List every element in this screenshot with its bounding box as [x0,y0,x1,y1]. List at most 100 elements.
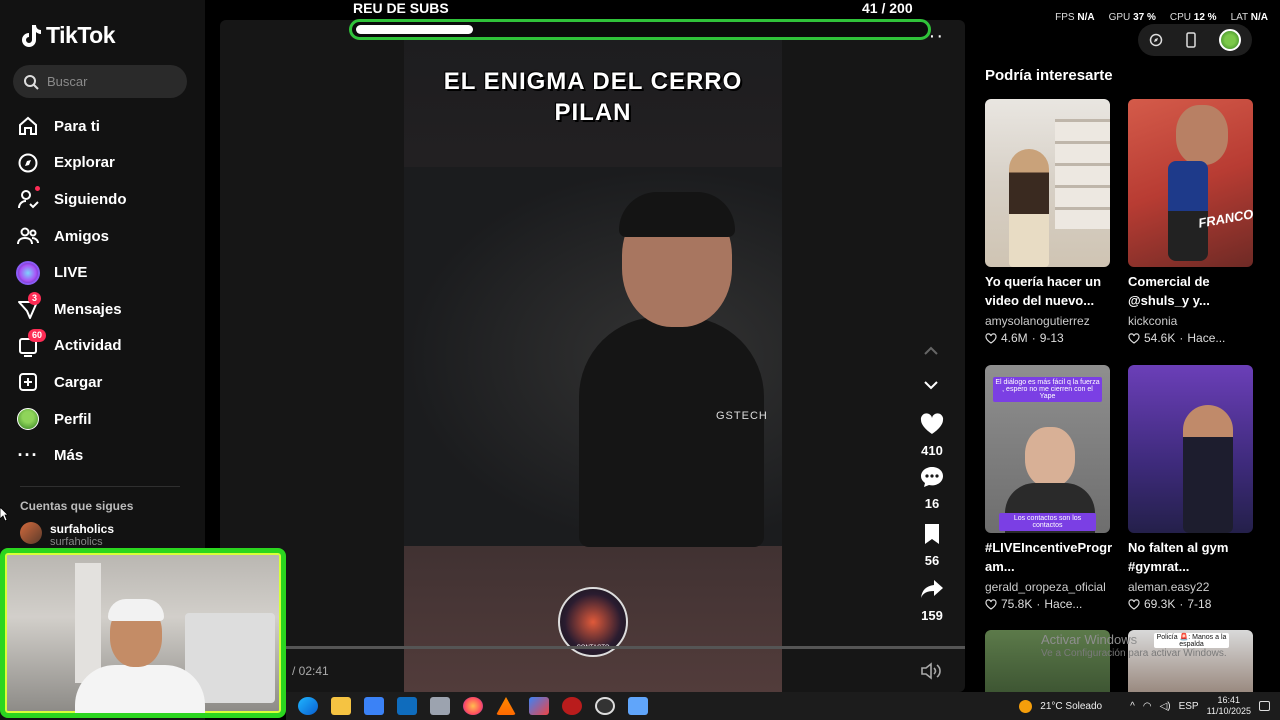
sidebar-item-para-ti[interactable]: Para ti [16,108,196,145]
tiktok-note-icon [22,24,41,47]
thumbnail-face [1176,105,1228,165]
video-thumbnail[interactable] [985,99,1110,267]
save-button[interactable]: 56 [916,522,948,568]
sidebar-item-label: Siguiendo [54,190,127,208]
card-title: No falten al gym #gymrat... [1128,539,1253,576]
sidebar-item-perfil[interactable]: Perfil [16,401,196,438]
app-icon[interactable] [628,697,648,715]
share-icon [921,580,943,598]
card-title-line2: @shuls_y y... [1128,292,1210,308]
thumbnail-caption-top: El diálogo es más fácil q la fuerza , es… [993,377,1102,402]
card-username[interactable]: amysolanogutierrez [985,314,1110,328]
sidebar-item-actividad[interactable]: 60 Actividad [16,328,196,365]
video-thumbnail[interactable]: El diálogo es más fácil q la fuerza , es… [985,365,1110,533]
fps-label: FPS [1055,12,1075,23]
video-title-line1: EL ENIGMA DEL CERRO [443,68,743,95]
tiktok-logo[interactable]: TikTok [20,22,116,49]
recommendation-card[interactable]: No falten al gym #gymrat... aleman.easy22… [1128,365,1253,611]
home-icon [16,114,40,138]
weather-text[interactable]: 21°C Soleado [1040,701,1102,712]
file-explorer-icon[interactable] [331,697,351,715]
recommendation-card[interactable]: El diálogo es más fácil q la fuerza , es… [985,365,1112,611]
video-thumbnail[interactable]: Policía 🚨: Manos a la espalda [1128,630,1253,692]
card-likes: 54.6K [1144,331,1176,345]
card-username[interactable]: gerald_oropeza_oficial [985,580,1110,594]
card-username[interactable]: kickconia [1128,314,1253,328]
weather-icon [1019,699,1033,713]
sidebar-item-cargar[interactable]: Cargar [16,364,196,401]
network-icon[interactable]: ◠ [1143,701,1152,712]
card-date: Hace... [1187,331,1226,345]
sidebar-item-mensajes[interactable]: 3 Mensajes [16,291,196,328]
thumbnail-face [1025,427,1075,487]
lat-label: LAT [1230,12,1248,23]
meta-separator: · [1179,331,1184,345]
sidebar-item-label: Más [54,447,84,465]
volume-icon[interactable] [920,662,942,685]
heart-icon [920,413,944,434]
card-date: 9-13 [1039,331,1064,345]
app-icon[interactable] [430,697,450,715]
card-title: Comercial de @shuls_y y... [1128,273,1253,310]
cpu-value: 12 % [1193,12,1217,23]
share-button[interactable]: 159 [916,577,948,623]
vlc-icon[interactable] [496,697,516,715]
goal-progress-bar [349,19,931,40]
card-username[interactable]: aleman.easy22 [1128,580,1253,594]
streamer-cap [108,599,164,621]
sidebar-item-label: Explorar [54,154,115,172]
comment-button[interactable]: 16 [916,465,948,511]
search-input[interactable] [47,74,167,89]
sidebar-item-amigos[interactable]: Amigos [16,218,196,255]
sidebar-item-mas[interactable]: ··· Más [16,437,196,474]
search-box[interactable] [13,65,187,98]
windows-activation-title: Activar Windows [1041,632,1138,647]
video-progress-track[interactable] [220,646,965,649]
sidebar-item-label: Actividad [54,337,122,355]
goal-label: REU DE SUBS [353,0,449,16]
lat-value: N/A [1250,12,1268,23]
card-title-line2: am... [985,558,1015,574]
sidebar-item-explorar[interactable]: Explorar [16,145,196,182]
comment-icon [921,467,943,487]
thumbnail-figure [1009,149,1049,267]
bookmark-icon [925,524,939,544]
following-account[interactable]: surfaholics surfaholics [20,522,114,548]
speedtest-icon[interactable] [595,697,615,715]
sidebar-item-live[interactable]: LIVE [16,254,196,291]
app-icon[interactable] [529,697,549,715]
clock-time: 16:41 [1217,695,1241,705]
friends-icon [16,224,40,248]
avatar [20,522,42,544]
compass-icon[interactable] [1149,33,1163,47]
tray-chevron-icon[interactable]: ^ [1130,701,1135,712]
video-thumbnail[interactable]: FRANCO [1128,99,1253,267]
thumbnail-caption-bottom: Los contactos son los contactos [999,513,1096,531]
live-icon [16,260,40,285]
cpu-stat: CPU 12 % [1170,12,1217,23]
thumbnail-figure [1183,405,1233,533]
presenter-body [579,317,764,547]
recommendation-card[interactable]: Yo quería hacer un video del nuevo... amy… [985,99,1110,345]
profile-avatar[interactable] [1219,29,1241,51]
top-actions [1138,24,1252,56]
edge-icon[interactable] [298,697,318,715]
video-thumbnail[interactable] [1128,365,1253,533]
store-icon[interactable] [364,697,384,715]
next-video-icon[interactable] [922,378,940,397]
clock[interactable]: 16:41 11/10/2025 [1207,695,1251,717]
card-title-line2: #gymrat... [1128,558,1190,574]
like-button[interactable]: 410 [916,412,948,458]
mobile-device-icon[interactable] [1185,32,1197,48]
recommendation-card[interactable]: FRANCO Comercial de @shuls_y y... kickcon… [1128,99,1253,345]
card-title-line2: video del nuevo... [985,292,1095,308]
outlook-icon[interactable] [397,697,417,715]
card-likes: 69.3K [1144,597,1176,611]
volume-tray-icon[interactable]: ◁) [1160,701,1171,712]
language-indicator[interactable]: ESP [1179,701,1199,712]
record-icon[interactable] [562,697,582,715]
previous-video-icon[interactable] [922,344,940,363]
sidebar-item-siguiendo[interactable]: Siguiendo [16,181,196,218]
firefox-icon[interactable] [463,697,483,715]
notifications-icon[interactable] [1259,701,1270,711]
